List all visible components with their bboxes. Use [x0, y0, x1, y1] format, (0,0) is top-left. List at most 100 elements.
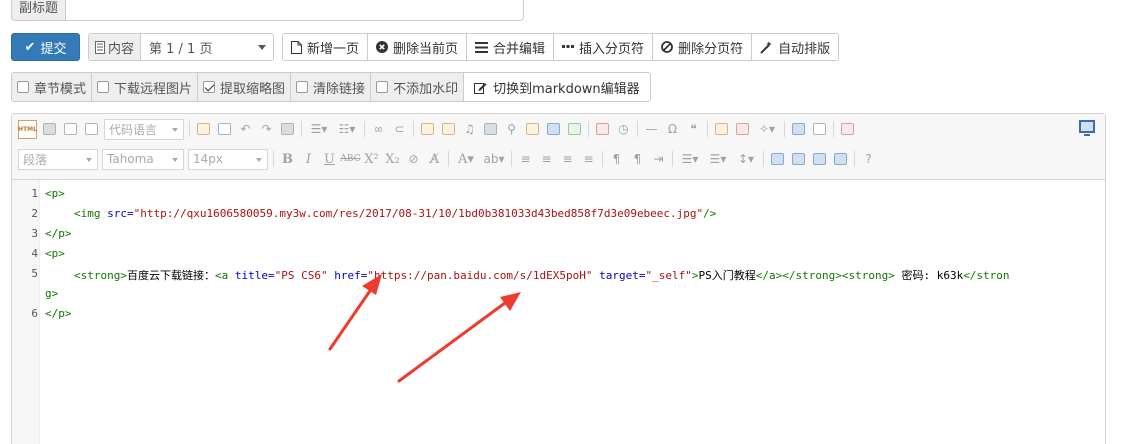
ordered-list-icon[interactable]: ☰▾	[306, 120, 332, 139]
italic-icon[interactable]: I	[299, 150, 318, 169]
font-color-icon[interactable]: A▾	[453, 150, 479, 169]
subtitle-label: 副标题	[11, 0, 65, 21]
auto-typeset-icon[interactable]: ✧▾	[754, 120, 780, 139]
delete-pagebreak-button[interactable]: 删除分页符	[652, 33, 753, 61]
auto-format-button[interactable]: 自动排版	[751, 33, 840, 61]
ltr-icon[interactable]: ¶	[607, 150, 626, 169]
print-icon[interactable]	[40, 120, 59, 139]
new-doc-icon[interactable]	[82, 120, 101, 139]
underline-icon[interactable]: U	[320, 150, 339, 169]
help-icon[interactable]: ?	[859, 150, 878, 169]
option-label: 提取缩略图	[220, 81, 286, 97]
checkbox[interactable]	[97, 81, 110, 93]
paragraph-spacing-bottom-icon[interactable]: ☰▾	[705, 150, 731, 169]
html-source-icon[interactable]: HTML	[18, 119, 37, 139]
code-language-select[interactable]: 代码语言	[104, 118, 184, 140]
insert-pagebreak-button[interactable]: 插入分页符	[553, 33, 654, 61]
bold-icon[interactable]: B	[278, 150, 297, 169]
checkbox[interactable]	[296, 81, 309, 93]
code-token: </a>	[755, 269, 783, 282]
link-icon[interactable]: ∞	[369, 120, 388, 139]
option-download-remote-images[interactable]: 下载远程图片	[91, 72, 199, 102]
divider	[301, 121, 302, 137]
align-right-icon[interactable]: ≡	[558, 150, 577, 169]
image-none-icon[interactable]	[768, 150, 787, 169]
eraser-icon[interactable]	[733, 120, 752, 139]
code-editor[interactable]: 1 2 3 4 5 6 <p> <img src="http://qxu1606…	[12, 180, 1105, 444]
subtitle-row: 副标题	[11, 0, 524, 21]
image-right-icon[interactable]	[810, 150, 829, 169]
multi-image-icon[interactable]	[439, 120, 458, 139]
date-icon[interactable]	[593, 120, 612, 139]
template-icon[interactable]	[565, 120, 584, 139]
code-token: <p>	[45, 187, 65, 200]
checkbox[interactable]	[17, 81, 29, 93]
remove-format-icon[interactable]: ⊘	[404, 150, 423, 169]
auto-format-icon[interactable]: A̸	[425, 150, 444, 169]
code-token: 百度云下载链接：	[126, 269, 215, 282]
find-replace-icon[interactable]	[278, 120, 297, 139]
option-no-watermark[interactable]: 不添加水印	[370, 72, 465, 102]
indent-icon[interactable]: ⇥	[649, 150, 668, 169]
paste-text-icon[interactable]	[215, 120, 234, 139]
line-number: 2	[31, 207, 38, 220]
special-char-icon[interactable]: Ω	[663, 120, 682, 139]
draft-icon[interactable]	[838, 120, 857, 139]
paste-icon[interactable]	[194, 120, 213, 139]
paragraph-spacing-top-icon[interactable]: ☰▾	[677, 150, 703, 169]
unlink-icon[interactable]: ⊂	[390, 120, 409, 139]
unordered-list-icon[interactable]: ☷▾	[334, 120, 360, 139]
scrawl-icon[interactable]	[523, 120, 542, 139]
font-family-select[interactable]: Tahoma	[102, 148, 184, 170]
page-select[interactable]: 第 1 / 1 页	[141, 34, 273, 60]
subtitle-input[interactable]	[65, 0, 524, 21]
music-icon[interactable]: ♫	[460, 120, 479, 139]
chevron-down-icon	[86, 157, 92, 162]
code-token: <strong>	[74, 269, 127, 282]
paragraph-select[interactable]: 段落	[18, 148, 98, 170]
delete-page-button[interactable]: 删除当前页	[367, 33, 468, 61]
redo-icon[interactable]: ↷	[257, 120, 276, 139]
option-clear-links[interactable]: 清除链接	[290, 72, 372, 102]
chevron-down-icon	[256, 157, 262, 162]
subscript-icon[interactable]: X₂	[383, 150, 402, 169]
checkbox-checked[interactable]	[203, 81, 216, 93]
time-icon[interactable]: ◷	[614, 120, 633, 139]
checkbox[interactable]	[376, 81, 389, 93]
align-justify-icon[interactable]: ≡	[579, 150, 598, 169]
fullscreen-icon[interactable]	[1079, 120, 1095, 136]
background-color-icon[interactable]: ab▾	[481, 150, 507, 169]
code-token: href=	[334, 269, 368, 282]
word-image-icon[interactable]	[544, 120, 563, 139]
code-token: </strong>	[782, 269, 842, 282]
line-height-icon[interactable]: ↕▾	[733, 150, 759, 169]
page-break-icon[interactable]	[810, 120, 829, 139]
file-icon	[291, 40, 302, 54]
image-icon[interactable]	[418, 120, 437, 139]
align-center-icon[interactable]: ≡	[537, 150, 556, 169]
video-icon[interactable]	[481, 120, 500, 139]
merge-edit-button[interactable]: 合并编辑	[466, 33, 555, 61]
switch-markdown-button[interactable]: 切换到markdown编辑器	[463, 72, 651, 102]
superscript-icon[interactable]: X²	[362, 150, 381, 169]
option-extract-thumbnail[interactable]: 提取缩略图	[197, 72, 292, 102]
attachment-icon[interactable]: ⚲	[502, 120, 521, 139]
align-left-icon[interactable]: ≡	[516, 150, 535, 169]
font-size-select[interactable]: 14px	[188, 148, 268, 170]
option-chapter-mode[interactable]: 章节模式	[11, 72, 93, 102]
strikethrough-icon[interactable]: ABC	[340, 150, 360, 169]
image-left-icon[interactable]	[789, 150, 808, 169]
rtl-icon[interactable]: ¶	[628, 150, 647, 169]
code-token: "_self"	[645, 269, 692, 282]
table-icon[interactable]	[789, 120, 808, 139]
add-page-button[interactable]: 新增一页	[282, 33, 369, 61]
image-center-icon[interactable]	[831, 150, 850, 169]
divider	[588, 121, 589, 137]
submit-button[interactable]: ✔ 提交	[11, 33, 80, 61]
horizontal-rule-icon[interactable]: —	[642, 120, 661, 139]
format-painter-icon[interactable]	[712, 120, 731, 139]
preview-icon[interactable]	[61, 120, 80, 139]
blockquote-icon[interactable]: ❝	[684, 120, 703, 139]
line-number: 5	[31, 267, 38, 280]
undo-icon[interactable]: ↶	[236, 120, 255, 139]
